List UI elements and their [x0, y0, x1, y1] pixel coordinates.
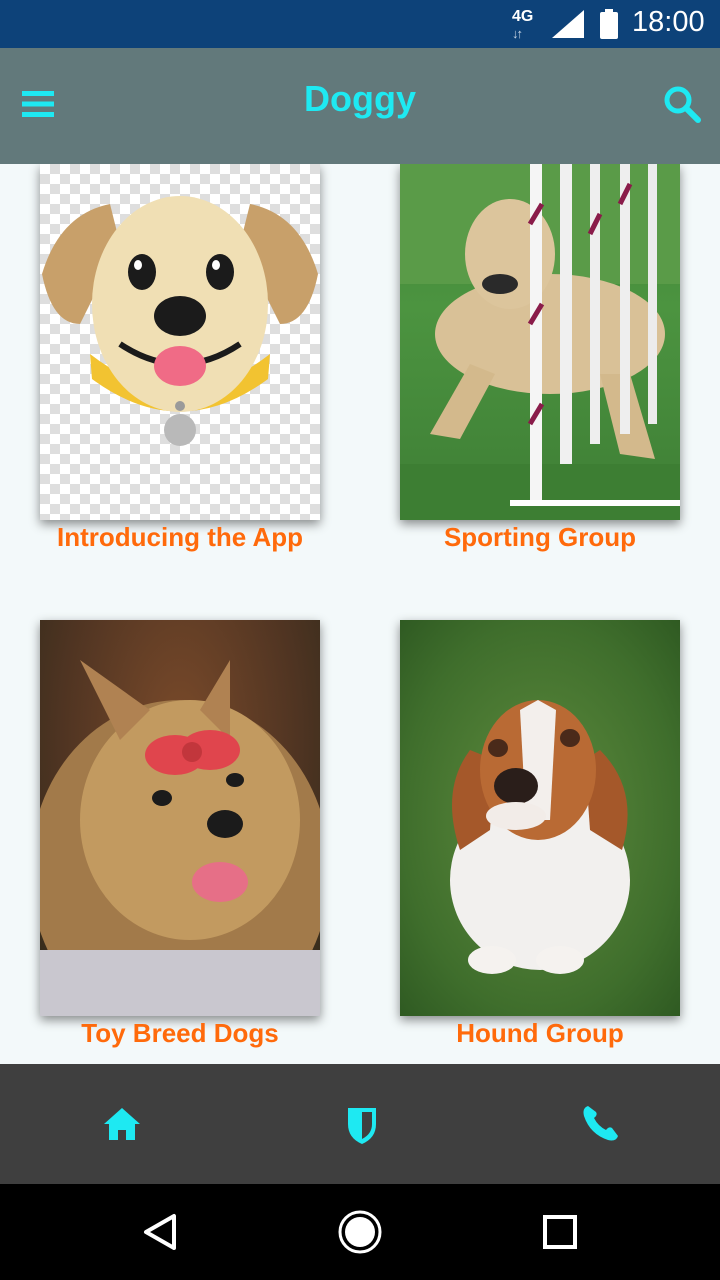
category-grid: Introducing the App Sporting Group Toy B…: [0, 164, 720, 1064]
sporting-dog-image: [400, 164, 680, 520]
system-navigation-bar: [0, 1184, 720, 1280]
recent-apps-icon[interactable]: [536, 1208, 584, 1256]
app-bar: Doggy: [0, 48, 720, 164]
toy-breed-dog-image: [40, 620, 320, 1016]
network-indicator: 4G ↓↑: [512, 8, 540, 41]
card-label: Sporting Group: [443, 522, 637, 552]
cartoon-dog-image: [40, 164, 320, 520]
home-circle-icon[interactable]: [336, 1208, 384, 1256]
card-label: Toy Breed Dogs: [81, 1018, 279, 1048]
battery-icon: [600, 9, 618, 39]
card-label: Hound Group: [456, 1018, 624, 1048]
search-icon[interactable]: [660, 82, 704, 126]
status-bar: 4G ↓↑ 18:00: [0, 0, 720, 48]
phone-icon[interactable]: [576, 1100, 624, 1148]
app-title: Doggy: [304, 78, 416, 119]
network-type: 4G: [512, 8, 534, 25]
back-icon[interactable]: [136, 1208, 184, 1256]
screen: 4G ↓↑ 18:00 Doggy Introducing the App Sp…: [0, 0, 720, 1280]
card-label: Introducing the App: [57, 522, 303, 552]
hound-dog-image: [400, 620, 680, 1016]
bottom-navigation: [0, 1064, 720, 1184]
signal-icon: [552, 10, 584, 38]
data-arrows-icon: ↓↑: [512, 26, 523, 41]
clock: 18:00: [632, 6, 705, 38]
shield-icon[interactable]: [338, 1100, 386, 1148]
home-icon[interactable]: [98, 1100, 146, 1148]
